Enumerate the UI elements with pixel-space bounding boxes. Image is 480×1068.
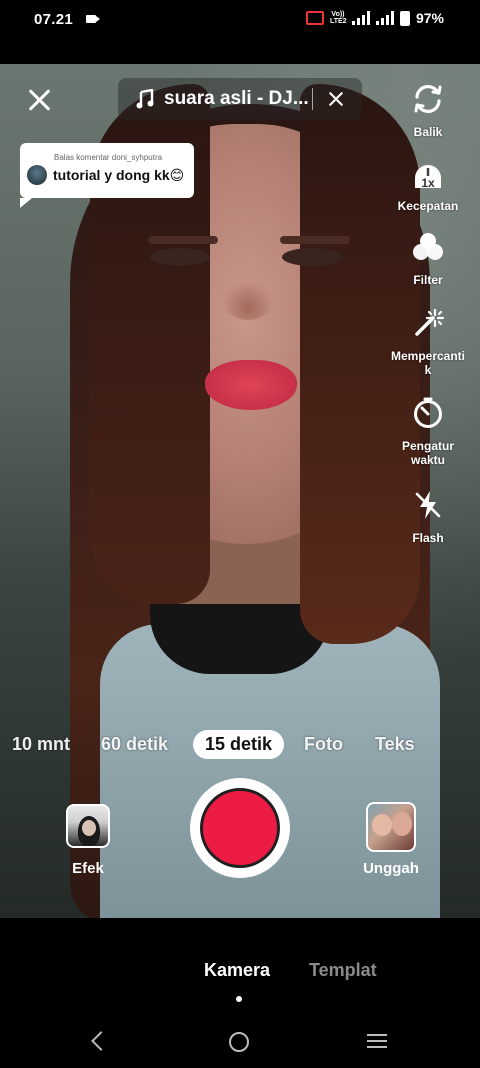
effects-button[interactable]	[66, 804, 110, 848]
beauty-wand-icon	[415, 308, 445, 336]
signal-icon-2	[375, 11, 394, 25]
reply-comment-sticker[interactable]: Balas komentar doni_syhputra tutorial y …	[20, 143, 194, 208]
upload-button[interactable]	[366, 802, 416, 852]
mode-60-sec[interactable]: 60 detik	[101, 734, 168, 755]
tool-filter[interactable]: Filter	[386, 230, 470, 287]
status-bar: 07.21 Vo)) LTE2 97%	[0, 0, 480, 40]
tab-camera[interactable]: Kamera	[204, 960, 270, 981]
tool-flip[interactable]: Balik	[386, 82, 470, 139]
cast-icon	[305, 11, 324, 25]
timer-icon	[414, 397, 442, 428]
subject-lips	[205, 360, 297, 410]
speed-icon: 1x	[415, 165, 441, 190]
effects-label: Efek	[72, 860, 104, 877]
sound-title: suara asli - DJ...	[164, 88, 309, 109]
reply-text: tutorial y dong kk😊	[53, 167, 185, 183]
home-icon[interactable]	[229, 1032, 249, 1052]
status-icons: Vo)) LTE2 97%	[305, 10, 444, 26]
tool-label: Pengatur waktu	[401, 439, 454, 467]
subject-eye	[150, 248, 210, 266]
flash-off-icon	[415, 491, 441, 519]
mode-10-min[interactable]: 10 mnt	[12, 734, 70, 755]
speed-badge: 1x	[421, 176, 435, 190]
tab-template[interactable]: Templat	[309, 960, 377, 981]
active-tab-indicator	[236, 996, 242, 1002]
mode-15-sec[interactable]: 15 detik	[193, 730, 285, 759]
tool-beauty[interactable]: Mempercanti k	[386, 306, 470, 377]
filter-icon	[413, 233, 443, 260]
subject-eye	[282, 248, 342, 266]
mode-photo[interactable]: Foto	[304, 734, 343, 755]
screen-record-icon	[86, 15, 100, 23]
tool-label: Mempercanti k	[390, 349, 466, 377]
tool-speed[interactable]: 1x Kecepatan	[386, 156, 470, 213]
mode-text[interactable]: Teks	[375, 734, 415, 755]
avatar	[27, 165, 47, 185]
tool-label: Balik	[413, 125, 443, 139]
tool-label: Filter	[413, 273, 443, 287]
tool-timer[interactable]: Pengatur waktu	[386, 396, 470, 467]
tool-label: Kecepatan	[397, 199, 459, 213]
close-camera-button[interactable]	[24, 84, 56, 116]
tool-flash[interactable]: Flash	[386, 488, 470, 545]
music-note-icon	[136, 89, 154, 109]
system-nav-bar	[0, 1016, 480, 1068]
bottom-tabs: Kamera Templat	[0, 918, 480, 1016]
reply-meta: Balas komentar doni_syhputra	[54, 153, 163, 162]
upload-label: Unggah	[363, 860, 419, 877]
recent-apps-icon[interactable]	[367, 1034, 387, 1048]
tool-label: Flash	[412, 531, 444, 545]
duration-mode-selector: 10 mnt 60 detik 15 detik Foto Teks	[0, 730, 480, 762]
volte-label: Vo)) LTE2	[329, 11, 347, 25]
add-sound-pill[interactable]: suara asli - DJ...	[118, 78, 362, 120]
battery-percent: 97%	[415, 10, 444, 26]
battery-icon	[399, 10, 410, 26]
back-icon[interactable]	[91, 1031, 111, 1051]
record-button[interactable]	[200, 788, 280, 868]
flip-camera-icon	[414, 84, 442, 114]
signal-icon-1	[351, 11, 370, 25]
status-time: 07.21	[34, 11, 74, 28]
remove-sound-button[interactable]	[326, 89, 346, 109]
